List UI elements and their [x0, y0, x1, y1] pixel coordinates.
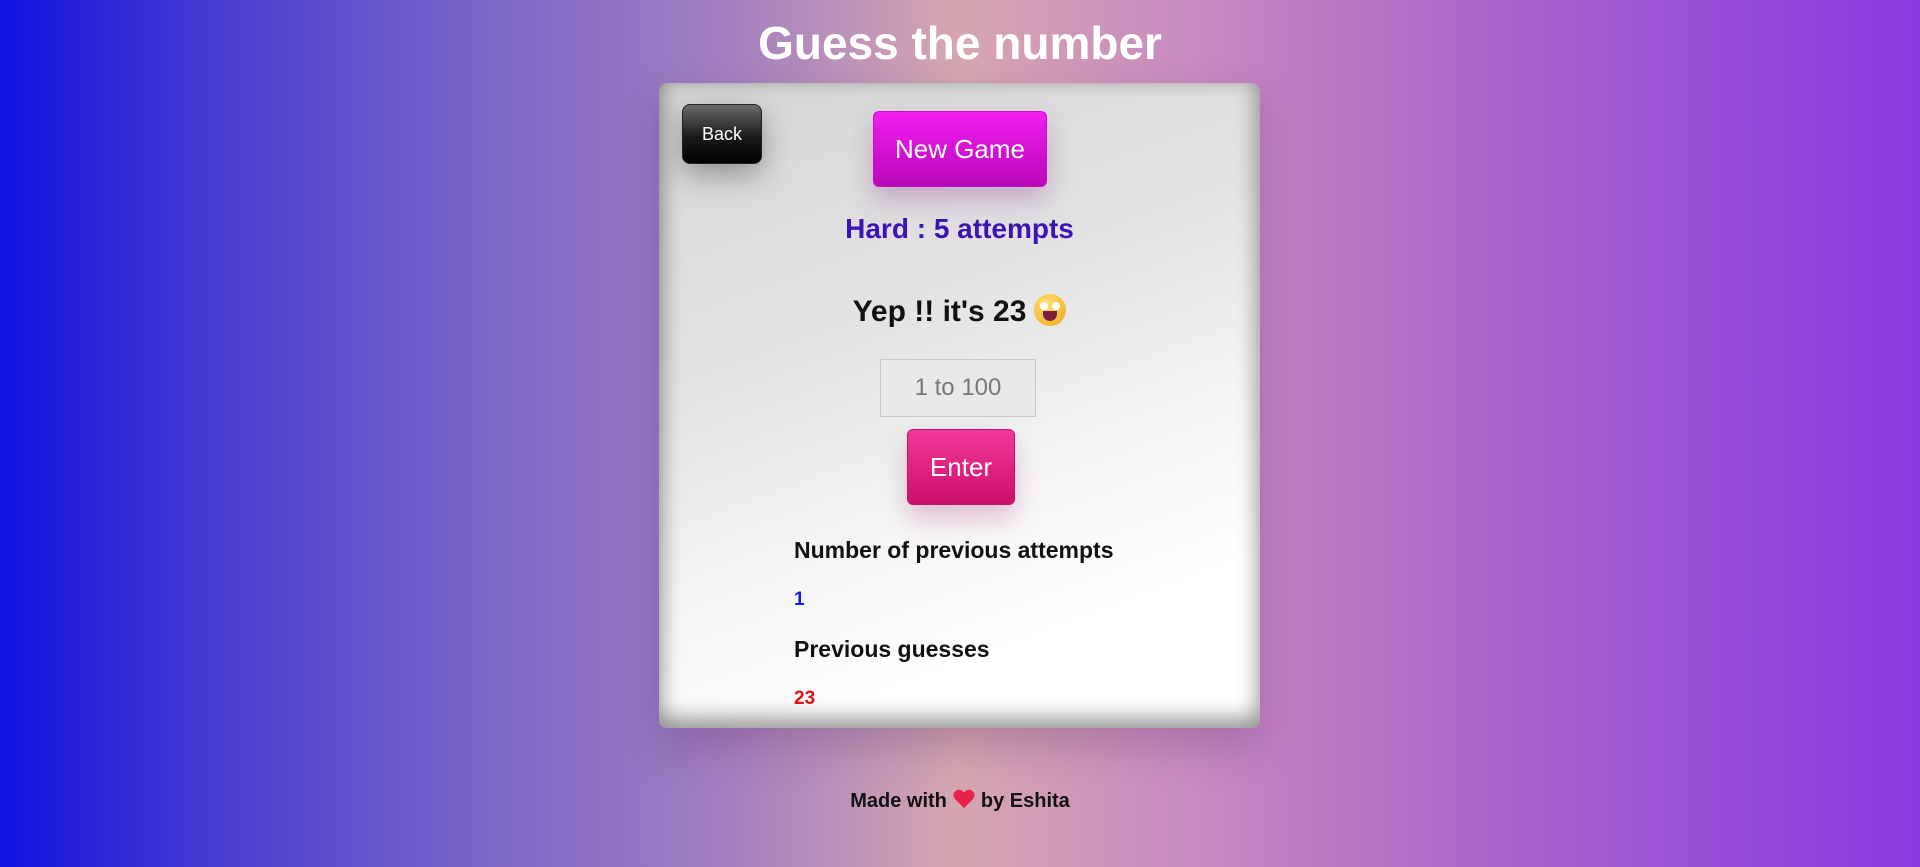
heart-icon — [953, 790, 975, 810]
page-title: Guess the number — [758, 17, 1162, 69]
attempts-heading: Number of previous attempts — [794, 537, 1114, 563]
difficulty-text: Hard : 5 attempts — [845, 213, 1074, 244]
enter-button[interactable]: Enter — [907, 429, 1015, 505]
result-message: Yep !! it's 23 — [659, 294, 1260, 329]
game-card: Back New Game Hard : 5 attempts Yep !! i… — [659, 83, 1260, 728]
difficulty-label: Hard : 5 attempts — [659, 213, 1260, 245]
back-button[interactable]: Back — [682, 104, 762, 164]
new-game-button[interactable]: New Game — [873, 111, 1047, 187]
guess-input[interactable] — [880, 359, 1036, 417]
guesses-heading: Previous guesses — [794, 636, 990, 662]
footer: Made with by Eshita — [0, 790, 1920, 813]
attempts-count: 1 — [794, 589, 805, 610]
result-message-text: Yep !! it's 23 — [852, 295, 1027, 328]
guesses-list: 23 — [794, 688, 816, 709]
footer-suffix: by Eshita — [980, 790, 1070, 812]
grinning-face-icon — [1034, 294, 1067, 326]
footer-prefix: Made with — [850, 790, 947, 812]
